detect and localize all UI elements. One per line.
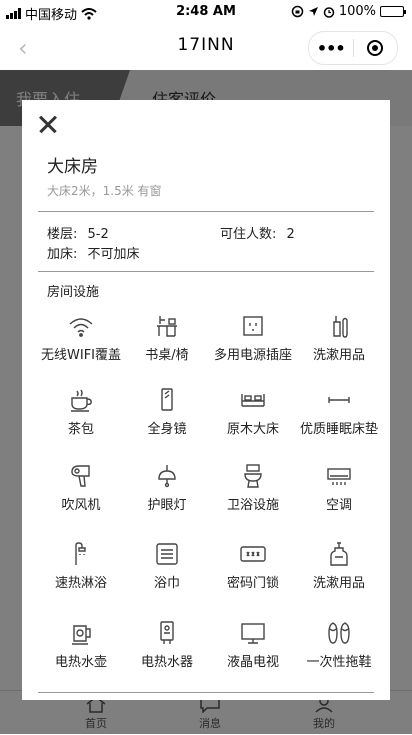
- facility-label: 电热水器: [140, 655, 193, 670]
- facility-label: 无线WIFI覆盖: [41, 348, 121, 363]
- facility-item: 液晶电视: [210, 619, 296, 670]
- toiletries-icon: [325, 312, 353, 340]
- facility-item: 电热水器: [124, 619, 210, 670]
- wifi-icon: [67, 312, 95, 340]
- facility-label: 原木大床: [226, 422, 279, 437]
- room-name: 大床房: [47, 157, 98, 177]
- facility-label: 茶包: [67, 422, 94, 437]
- facility-item: 电热水壶: [38, 619, 124, 670]
- towel-icon: [153, 540, 181, 568]
- facility-label: 书桌/椅: [145, 348, 189, 363]
- facility-label: 全身镜: [147, 422, 187, 437]
- water-heater-icon: [153, 619, 181, 647]
- facility-item: 洗漱用品: [296, 540, 382, 591]
- battery-icon: [380, 6, 406, 17]
- extra-bed-info: 加床: 不可加床: [47, 243, 140, 262]
- mattress-icon: [325, 386, 353, 414]
- facility-item: 卫浴设施: [210, 462, 296, 513]
- capacity-label: 可住人数:: [220, 227, 277, 242]
- extra-bed-label: 加床:: [47, 247, 78, 262]
- alarm-icon: [323, 6, 335, 18]
- facility-label: 卫浴设施: [226, 498, 279, 513]
- lock-icon: [239, 540, 267, 568]
- facility-item: 全身镜: [124, 386, 210, 437]
- facility-label: 电热水壶: [54, 655, 107, 670]
- section-title: 房间设施: [47, 285, 100, 300]
- soap-icon: [325, 540, 353, 568]
- socket-icon: [239, 312, 267, 340]
- kettle-icon: [67, 619, 95, 647]
- facility-label: 浴巾: [153, 576, 180, 591]
- floor-info: 楼层: 5-2: [47, 223, 109, 242]
- room-detail-modal: 大床房 大床2米，1.5米 有窗 楼层: 5-2 可住人数: 2 加床: 不可加…: [22, 100, 390, 700]
- more-icon[interactable]: •••: [309, 39, 353, 58]
- facility-item: 一次性拖鞋: [296, 619, 382, 670]
- bed-icon: [239, 386, 267, 414]
- facility-label: 空调: [325, 498, 352, 513]
- facility-label: 吹风机: [61, 498, 101, 513]
- facility-item: 无线WIFI覆盖: [38, 312, 124, 363]
- facility-item: 浴巾: [124, 540, 210, 591]
- facility-item: 茶包: [38, 386, 124, 437]
- facility-item: 护眼灯: [124, 462, 210, 513]
- location-icon: [308, 7, 318, 16]
- facility-label: 护眼灯: [147, 498, 187, 513]
- aircon-icon: [325, 462, 353, 490]
- capacity-info: 可住人数: 2: [220, 223, 295, 242]
- facility-label: 液晶电视: [226, 655, 279, 670]
- facility-label: 多用电源插座: [213, 348, 292, 363]
- facility-item: 原木大床: [210, 386, 296, 437]
- facility-item: 优质睡眠床垫: [296, 386, 382, 437]
- facility-label: 速热淋浴: [54, 576, 107, 591]
- lamp-icon: [153, 462, 181, 490]
- facility-label: 一次性拖鞋: [306, 655, 372, 670]
- rotation-lock-icon: [291, 5, 304, 18]
- close-icon[interactable]: [38, 114, 58, 134]
- facility-item: 密码门锁: [210, 540, 296, 591]
- slippers-icon: [325, 619, 353, 647]
- floor-label: 楼层:: [47, 227, 78, 242]
- facility-item: 吹风机: [38, 462, 124, 513]
- status-right: 100%: [291, 4, 406, 19]
- facility-label: 优质睡眠床垫: [299, 422, 378, 437]
- tv-icon: [239, 619, 267, 647]
- nav-bar: ‹ 17INN •••: [0, 24, 412, 70]
- facility-item: 书桌/椅: [124, 312, 210, 363]
- target-icon: [367, 40, 384, 56]
- divider: [38, 692, 374, 693]
- facility-label: 洗漱用品: [312, 348, 365, 363]
- divider: [38, 271, 374, 272]
- facility-item: 洗漱用品: [296, 312, 382, 363]
- shower-icon: [67, 540, 95, 568]
- toilet-icon: [239, 462, 267, 490]
- desk-icon: [153, 312, 181, 340]
- close-miniprogram-button[interactable]: [353, 40, 397, 56]
- extra-bed-value: 不可加床: [87, 247, 140, 262]
- mini-program-capsule: •••: [308, 31, 398, 65]
- room-description: 大床2米，1.5米 有窗: [47, 184, 162, 198]
- hairdryer-icon: [67, 462, 95, 490]
- status-bar: 中国移动 2:48 AM 100%: [0, 0, 412, 24]
- facility-item: 速热淋浴: [38, 540, 124, 591]
- capacity-value: 2: [286, 227, 295, 242]
- teacup-icon: [67, 386, 95, 414]
- divider: [38, 211, 374, 212]
- battery-percent: 100%: [338, 4, 376, 19]
- facility-item: 多用电源插座: [210, 312, 296, 363]
- mirror-icon: [153, 386, 181, 414]
- floor-value: 5-2: [87, 227, 109, 242]
- facility-label: 密码门锁: [226, 576, 279, 591]
- facility-label: 洗漱用品: [312, 576, 365, 591]
- facility-item: 空调: [296, 462, 382, 513]
